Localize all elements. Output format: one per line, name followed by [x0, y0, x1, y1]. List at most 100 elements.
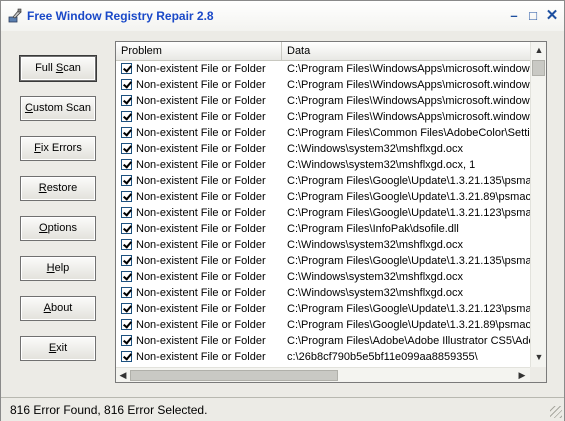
row-checkbox[interactable] — [121, 127, 132, 138]
cell-problem: Non-existent File or Folder — [136, 191, 266, 203]
row-checkbox[interactable] — [121, 319, 132, 330]
cell-data: C:\Windows\system32\mshflxgd.ocx — [287, 287, 464, 299]
row-checkbox[interactable] — [121, 303, 132, 314]
cell-data: C:\Windows\system32\mshflxgd.ocx — [287, 143, 464, 155]
fix-errors-button[interactable]: Fix Errors — [20, 136, 96, 161]
window-title: Free Window Registry Repair 2.8 — [27, 9, 214, 23]
column-header-data[interactable]: Data — [282, 42, 530, 60]
cell-problem: Non-existent File or Folder — [136, 207, 266, 219]
table-row[interactable]: Non-existent File or Folder C:\Windows\sy… — [116, 285, 530, 301]
horizontal-scroll-thumb[interactable] — [130, 370, 338, 381]
cell-data: C:\Program Files\Google\Update\1.3.21.13… — [287, 175, 530, 187]
table-row[interactable]: Non-existent File or Folder C:\Program Fi… — [116, 173, 530, 189]
cell-data: C:\Program Files\Adobe\Adobe Illustrator… — [287, 335, 530, 347]
results-list[interactable]: Problem Data Non-existent File or Folder… — [115, 41, 547, 383]
scrollbar-corner — [530, 367, 546, 382]
row-checkbox[interactable] — [121, 335, 132, 346]
app-icon — [8, 8, 22, 23]
options-button[interactable]: Options — [20, 216, 96, 241]
cell-problem: Non-existent File or Folder — [136, 287, 266, 299]
row-checkbox[interactable] — [121, 223, 132, 234]
table-row[interactable]: Non-existent File or Folder C:\Program Fi… — [116, 301, 530, 317]
custom-scan-button[interactable]: Custom Scan — [20, 96, 96, 121]
cell-data: C:\Windows\system32\mshflxgd.ocx, 1 — [287, 159, 476, 171]
list-rows: Non-existent File or Folder C:\Program Fi… — [116, 61, 530, 367]
table-row[interactable]: Non-existent File or Folder C:\Program Fi… — [116, 221, 530, 237]
table-row[interactable]: Non-existent File or Folder C:\Windows\sy… — [116, 157, 530, 173]
cell-problem: Non-existent File or Folder — [136, 239, 266, 251]
row-checkbox[interactable] — [121, 191, 132, 202]
row-checkbox[interactable] — [121, 255, 132, 266]
scroll-up-icon[interactable]: ▲ — [531, 42, 546, 59]
cell-data: C:\Program Files\Google\Update\1.3.21.89… — [287, 319, 530, 331]
cell-problem: Non-existent File or Folder — [136, 111, 266, 123]
cell-problem: Non-existent File or Folder — [136, 271, 266, 283]
cell-problem: Non-existent File or Folder — [136, 95, 266, 107]
cell-data: C:\Program Files\Google\Update\1.3.21.12… — [287, 207, 530, 219]
row-checkbox[interactable] — [121, 287, 132, 298]
close-button[interactable]: ✕ — [544, 8, 560, 24]
row-checkbox[interactable] — [121, 271, 132, 282]
table-row[interactable]: Non-existent File or Folder C:\Windows\sy… — [116, 141, 530, 157]
table-row[interactable]: Non-existent File or Folder C:\Program Fi… — [116, 77, 530, 93]
cell-data: C:\Program Files\WindowsApps\microsoft.w… — [287, 111, 530, 123]
cell-problem: Non-existent File or Folder — [136, 351, 266, 363]
table-row[interactable]: Non-existent File or Folder C:\Program Fi… — [116, 61, 530, 77]
cell-problem: Non-existent File or Folder — [136, 303, 266, 315]
resize-grip-icon[interactable] — [550, 406, 562, 418]
scroll-left-icon[interactable]: ◀ — [116, 368, 130, 382]
column-header-problem[interactable]: Problem — [116, 42, 282, 60]
table-row[interactable]: Non-existent File or Folder C:\Program Fi… — [116, 253, 530, 269]
row-checkbox[interactable] — [121, 207, 132, 218]
table-row[interactable]: Non-existent File or Folder C:\Windows\sy… — [116, 237, 530, 253]
cell-problem: Non-existent File or Folder — [136, 127, 266, 139]
scroll-right-icon[interactable]: ▶ — [515, 368, 529, 382]
cell-problem: Non-existent File or Folder — [136, 63, 266, 75]
row-checkbox[interactable] — [121, 111, 132, 122]
row-checkbox[interactable] — [121, 351, 132, 362]
table-row[interactable]: Non-existent File or Folder C:\Program Fi… — [116, 205, 530, 221]
cell-problem: Non-existent File or Folder — [136, 319, 266, 331]
table-row[interactable]: Non-existent File or Folder C:\Program Fi… — [116, 125, 530, 141]
cell-data: C:\Program Files\Common Files\AdobeColor… — [287, 127, 530, 139]
cell-data: C:\Program Files\WindowsApps\microsoft.w… — [287, 79, 530, 91]
cell-problem: Non-existent File or Folder — [136, 143, 266, 155]
cell-data: C:\Windows\system32\mshflxgd.ocx — [287, 239, 464, 251]
cell-data: C:\Program Files\Google\Update\1.3.21.89… — [287, 191, 530, 203]
horizontal-scrollbar[interactable]: ◀ ▶ — [116, 367, 530, 382]
minimize-button[interactable]: – — [506, 8, 522, 24]
cell-data: C:\Program Files\WindowsApps\microsoft.w… — [287, 95, 530, 107]
vertical-scroll-thumb[interactable] — [532, 60, 545, 76]
cell-problem: Non-existent File or Folder — [136, 175, 266, 187]
row-checkbox[interactable] — [121, 159, 132, 170]
title-bar[interactable]: Free Window Registry Repair 2.8 – □ ✕ — [1, 1, 564, 31]
table-row[interactable]: Non-existent File or Folder C:\Windows\sy… — [116, 269, 530, 285]
row-checkbox[interactable] — [121, 239, 132, 250]
row-checkbox[interactable] — [121, 95, 132, 106]
cell-data: C:\Program Files\Google\Update\1.3.21.13… — [287, 255, 530, 267]
list-header: Problem Data — [116, 42, 530, 61]
row-checkbox[interactable] — [121, 63, 132, 74]
vertical-scrollbar[interactable]: ▲ ▼ — [530, 42, 546, 367]
restore-button[interactable]: Restore — [20, 176, 96, 201]
cell-problem: Non-existent File or Folder — [136, 223, 266, 235]
cell-problem: Non-existent File or Folder — [136, 159, 266, 171]
cell-problem: Non-existent File or Folder — [136, 79, 266, 91]
row-checkbox[interactable] — [121, 143, 132, 154]
row-checkbox[interactable] — [121, 175, 132, 186]
cell-data: C:\Program Files\InfoPak\dsofile.dll — [287, 223, 459, 235]
table-row[interactable]: Non-existent File or Folder C:\Program Fi… — [116, 93, 530, 109]
exit-button[interactable]: Exit — [20, 336, 96, 361]
scroll-down-icon[interactable]: ▼ — [531, 349, 546, 366]
table-row[interactable]: Non-existent File or Folder C:\Program Fi… — [116, 109, 530, 125]
maximize-button[interactable]: □ — [525, 8, 541, 24]
table-row[interactable]: Non-existent File or Folder C:\Program Fi… — [116, 189, 530, 205]
full-scan-button[interactable]: Full Scan — [20, 56, 96, 81]
table-row[interactable]: Non-existent File or Folder C:\Program Fi… — [116, 317, 530, 333]
help-button[interactable]: Help — [20, 256, 96, 281]
table-row[interactable]: Non-existent File or Folder C:\Program Fi… — [116, 333, 530, 349]
table-row[interactable]: Non-existent File or Folder c:\26b8cf790b… — [116, 349, 530, 365]
cell-data: C:\Windows\system32\mshflxgd.ocx — [287, 271, 464, 283]
about-button[interactable]: About — [20, 296, 96, 321]
row-checkbox[interactable] — [121, 79, 132, 90]
